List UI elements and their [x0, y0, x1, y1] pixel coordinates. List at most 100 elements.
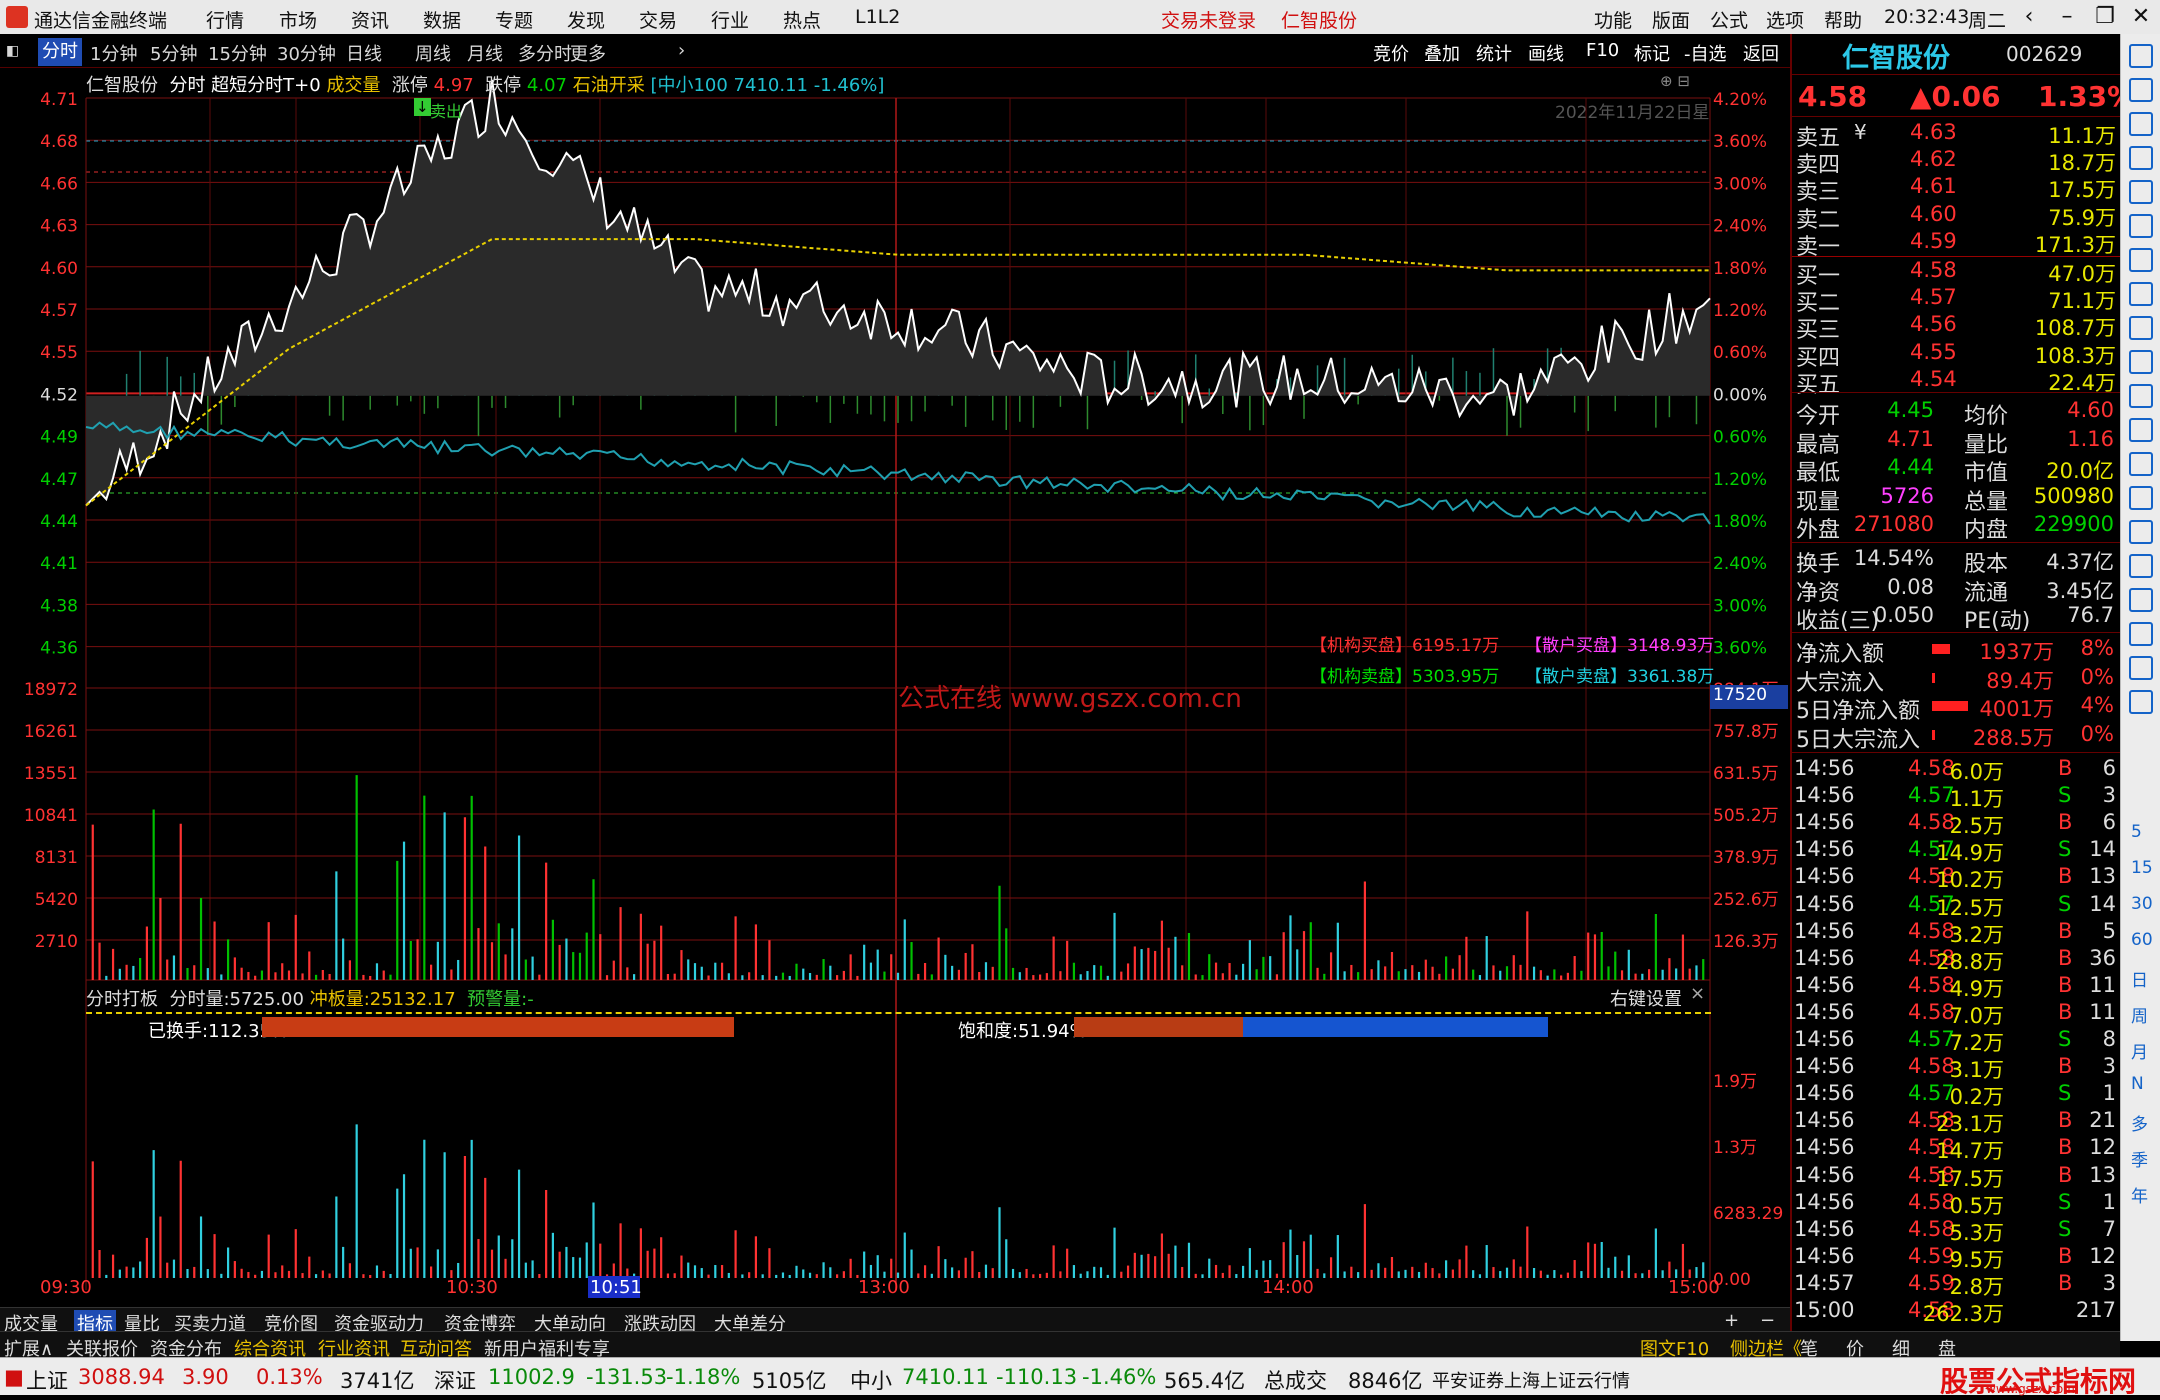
side-period-10[interactable]: 年 [2131, 1182, 2148, 1207]
ask-row[interactable]: 卖三 4.61 17.5万 [1792, 174, 2122, 205]
intraday-chart[interactable]: 4.71 4.20% 4.68 3.60% 4.66 3.00% 4.63 2.40% 4.60… [0, 68, 1790, 1307]
tab-multi[interactable]: 更多 [570, 40, 606, 66]
menu-banmian[interactable]: 版面 [1652, 6, 1690, 33]
btn-zixuan[interactable]: -自选 [1684, 40, 1727, 66]
pen-icon[interactable] [2129, 622, 2153, 646]
login-status[interactable]: 交易未登录 [1161, 6, 1256, 33]
sell-signal-label: 卖出 [430, 102, 463, 121]
collapse-icon[interactable]: ◧ [6, 43, 19, 59]
f10-icon[interactable] [2129, 316, 2153, 340]
up-arrow-icon[interactable] [2129, 44, 2153, 68]
minimize-icon[interactable]: – [2048, 2, 2086, 32]
bid-row[interactable]: 买二 4.57 71.1万 [1792, 285, 2122, 316]
btn-jingjia[interactable]: 竞价 [1373, 40, 1409, 66]
btn-huaxian[interactable]: 画线 [1528, 40, 1564, 66]
stat-label: 现量 [1796, 489, 1841, 515]
side-period-3[interactable]: 60 [2131, 930, 2153, 950]
side-period-8[interactable]: 多 [2131, 1110, 2148, 1135]
menu-bangzhu[interactable]: 帮助 [1824, 6, 1862, 33]
tab-day[interactable]: 周线 [415, 40, 451, 66]
side-period-4[interactable]: 日 [2131, 966, 2148, 991]
menu-jiaoyi[interactable]: 交易 [639, 6, 677, 33]
tab-1min[interactable]: 1分钟 [90, 40, 137, 66]
divider [1792, 256, 2122, 257]
menu-gongshi[interactable]: 公式 [1710, 6, 1748, 33]
side-period-0[interactable]: 5 [2131, 822, 2142, 842]
limit-down-value: 4.07 [526, 75, 567, 96]
menu-redian[interactable]: 热点 [783, 6, 821, 33]
zx-label[interactable]: 中小 [850, 1365, 892, 1395]
side-period-6[interactable]: 月 [2131, 1038, 2148, 1063]
btn-tongji[interactable]: 统计 [1476, 40, 1512, 66]
list-icon[interactable] [2129, 146, 2153, 170]
minus-icon[interactable]: − [1760, 1310, 1775, 1331]
grid-icon[interactable] [2129, 282, 2153, 306]
chart-settings-icon[interactable]: ⊕ ⊟ [1660, 72, 1690, 90]
menu-shichang[interactable]: 市场 [279, 6, 317, 33]
stat-value: 5726 [1880, 483, 1934, 508]
clock-icon[interactable] [2129, 452, 2153, 476]
down-icon[interactable] [2129, 112, 2153, 136]
ask-row[interactable]: 卖五 4.63 11.1万 [1792, 120, 2122, 151]
close-icon[interactable]: ✕ [2122, 2, 2160, 32]
menu-hangqing[interactable]: 行情 [206, 6, 244, 33]
side-period-1[interactable]: 15 [2131, 858, 2153, 878]
fs-icon[interactable] [2129, 656, 2153, 680]
up-icon[interactable] [2129, 78, 2153, 102]
tab-15min[interactable]: 15分钟 [208, 40, 267, 66]
menu-xuanxiang[interactable]: 选项 [1766, 6, 1804, 33]
tick-volume: 9.5万 [1949, 1247, 2004, 1272]
btn-diejia[interactable]: 叠加 [1424, 40, 1460, 66]
more-chevron-icon[interactable]: › [678, 40, 685, 61]
page-icon[interactable] [2129, 384, 2153, 408]
sh-label[interactable]: 上证 [26, 1365, 68, 1395]
btn-fanhui[interactable]: 返回 [1743, 40, 1779, 66]
globe-icon[interactable] [2129, 486, 2153, 510]
sz-label[interactable]: 深证 [434, 1365, 476, 1395]
side-period-2[interactable]: 30 [2131, 894, 2153, 914]
menu-faxian[interactable]: 发现 [567, 6, 605, 33]
restore-icon[interactable]: ❐ [2086, 2, 2124, 32]
refresh-icon[interactable] [2129, 690, 2153, 714]
side-period-7[interactable]: N [2131, 1074, 2144, 1094]
f-icon[interactable] [2129, 418, 2153, 442]
chart-line-icon[interactable] [2129, 554, 2153, 578]
panel2-close-icon[interactable]: × [1690, 983, 1705, 1004]
panel2-tick-label: 1.3万 [1713, 1138, 1757, 1158]
panel2-settings[interactable]: 右键设置 [1610, 985, 1682, 1011]
tab-fenshi[interactable]: 分时 [38, 38, 82, 66]
bid-row[interactable]: 买五 4.54 22.4万 [1792, 367, 2122, 398]
pct-icon[interactable] [2129, 588, 2153, 612]
side-period-9[interactable]: 季 [2131, 1146, 2148, 1171]
table-icon[interactable] [2129, 180, 2153, 204]
menu-zixun[interactable]: 资讯 [351, 6, 389, 33]
tab-5min[interactable]: 5分钟 [150, 40, 197, 66]
doc-icon[interactable] [2129, 520, 2153, 544]
tick-volume: 4.9万 [1949, 976, 2004, 1001]
bid-row[interactable]: 买三 4.56 108.7万 [1792, 312, 2122, 343]
candle-icon[interactable] [2129, 248, 2153, 272]
menu-hangye[interactable]: 行业 [711, 6, 749, 33]
ask-row[interactable]: 卖二 4.60 75.9万 [1792, 202, 2122, 233]
tab-week[interactable]: 月线 [467, 40, 503, 66]
back-icon[interactable]: ‹ [2010, 2, 2048, 32]
bid-row[interactable]: 买一 4.58 47.0万 [1792, 258, 2122, 289]
tab-30min[interactable]: 30分钟 [277, 40, 336, 66]
flow-pct: 8% [2080, 636, 2114, 660]
tab-month[interactable]: 多分时 [518, 40, 572, 66]
menu-zhuanti[interactable]: 专题 [495, 6, 533, 33]
menu-l1l2[interactable]: L1L2 [855, 6, 900, 28]
add-icon[interactable]: + [1724, 1310, 1739, 1331]
btn-f10[interactable]: F10 [1586, 40, 1619, 61]
pct-tick-label: 4.20% [1713, 90, 1767, 110]
ask-row[interactable]: 卖一 4.59 171.3万 [1792, 229, 2122, 260]
menu-shuju[interactable]: 数据 [423, 6, 461, 33]
gear-icon[interactable] [2129, 350, 2153, 374]
tab-60min[interactable]: 日线 [346, 40, 382, 66]
chart-icon[interactable] [2129, 214, 2153, 238]
btn-biaoji[interactable]: 标记 [1634, 40, 1670, 66]
side-period-5[interactable]: 周 [2131, 1002, 2148, 1027]
ask-row[interactable]: 卖四 4.62 18.7万 [1792, 147, 2122, 178]
menu-gongneng[interactable]: 功能 [1594, 6, 1632, 33]
bid-row[interactable]: 买四 4.55 108.3万 [1792, 340, 2122, 371]
